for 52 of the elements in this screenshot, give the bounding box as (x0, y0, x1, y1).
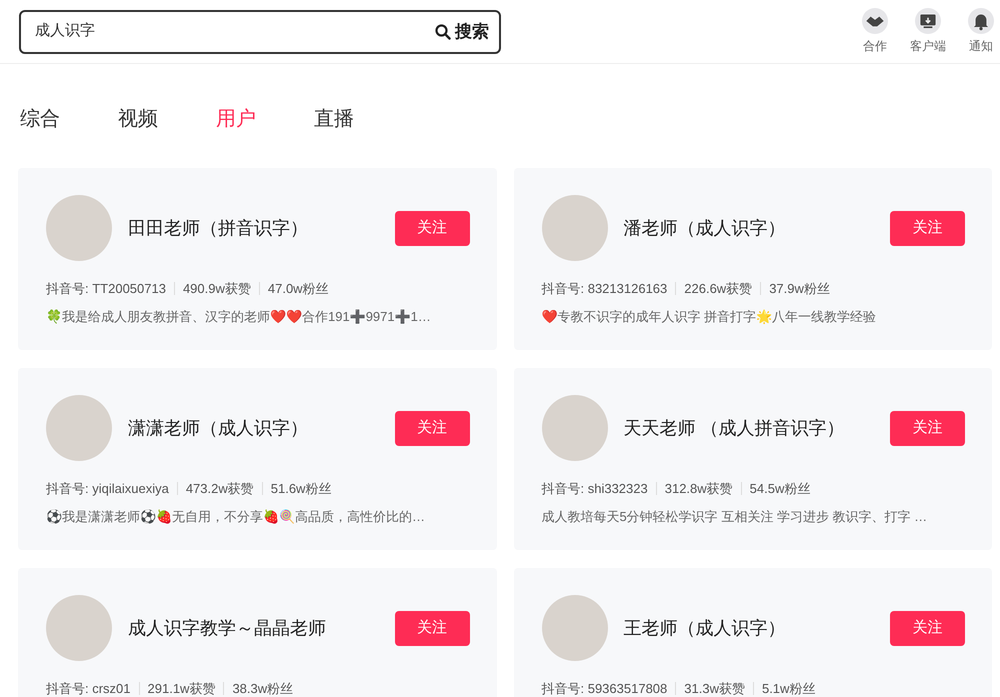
likes-count: 312.8w获赞 (664, 480, 733, 498)
user-card[interactable]: 成人识字教学～晶晶老师 关注 抖音号: crsz01 291.1w获赞 38.3w粉丝 (18, 568, 496, 697)
follow-button[interactable]: 关注 (890, 410, 965, 446)
header-action[interactable]: 客户端 (910, 8, 946, 55)
bell-icon (968, 8, 994, 34)
fans-count: 51.6w粉丝 (270, 480, 332, 498)
user-name: 潘老师（成人识字） (624, 216, 786, 240)
search-icon (435, 24, 451, 40)
likes-count: 31.3w获赞 (684, 680, 745, 697)
follow-button[interactable]: 关注 (394, 610, 470, 646)
user-name: 潇潇老师（成人识字） (128, 416, 308, 440)
user-bio: 成人教培每天5分钟轻松学识字 互相关注 学习进步 教识字、打字 … (542, 508, 928, 526)
likes-count: 291.1w获赞 (148, 680, 216, 697)
search-button[interactable]: 搜索 (435, 18, 489, 44)
user-name: 成人识字教学～晶晶老师 (128, 616, 326, 640)
follow-button[interactable]: 关注 (394, 210, 470, 246)
user-bio: 🍀我是给成人朋友教拼音、汉字的老师❤❤合作191➕9971➕1… (46, 308, 432, 326)
tab[interactable]: 直播 (314, 104, 354, 132)
user-card[interactable]: 田田老师（拼音识字） 关注 抖音号: TT20050713 490.9w获赞 47.0w粉丝 🍀我是给成人朋友教拼音、汉字的老师❤❤合作191➕9971➕1… (18, 168, 496, 350)
header-action[interactable]: 通知 (968, 8, 994, 55)
douyin-id: 抖音号: crsz01 (46, 680, 131, 697)
douyin-id: 抖音号: shi332323 (542, 480, 648, 498)
user-name: 田田老师（拼音识字） (128, 216, 308, 240)
douyin-id: 抖音号: TT20050713 (46, 280, 166, 298)
tab[interactable]: 用户 (216, 104, 256, 132)
user-name: 天天老师 （成人拼音识字） (624, 416, 845, 440)
user-name: 王老师（成人识字） (624, 616, 786, 640)
fans-count: 37.9w粉丝 (769, 280, 830, 298)
header-action[interactable]: 合作 (862, 8, 888, 55)
monitor-icon (915, 8, 941, 34)
follow-button[interactable]: 关注 (394, 410, 470, 446)
user-card[interactable]: 潘老师（成人识字） 关注 抖音号: 83213126163 226.6w获赞 37.9w粉丝 ❤专教不识字的成年人识字 拼音打字🌟八年一线教学经验 (514, 168, 992, 350)
douyin-id: 抖音号: 59363517808 (542, 680, 668, 697)
douyin-id: 抖音号: 83213126163 (542, 280, 668, 298)
fans-count: 47.0w粉丝 (268, 280, 329, 298)
user-card[interactable]: 王老师（成人识字） 关注 抖音号: 59363517808 31.3w获赞 5.1w粉丝 (514, 568, 992, 697)
user-bio: ❤专教不识字的成年人识字 拼音打字🌟八年一线教学经验 (542, 308, 878, 326)
fans-count: 38.3w粉丝 (232, 680, 294, 697)
fans-count: 5.1w粉丝 (762, 680, 816, 697)
tab[interactable]: 视频 (118, 104, 158, 132)
user-bio: ⚽我是潇潇老师⚽🍓无自用，不分享🍓🍭高品质，高性价比的… (46, 508, 426, 526)
douyin-id: 抖音号: yiqilaixuexiya (46, 480, 169, 498)
fans-count: 54.5w粉丝 (750, 480, 810, 498)
likes-count: 490.9w获赞 (182, 280, 251, 298)
search-field[interactable]: 成人识字 搜索 (19, 10, 501, 54)
follow-button[interactable]: 关注 (890, 210, 965, 246)
follow-button[interactable]: 关注 (890, 610, 965, 646)
likes-count: 473.2w获赞 (186, 480, 254, 498)
likes-count: 226.6w获赞 (684, 280, 752, 298)
user-card[interactable]: 天天老师 （成人拼音识字） 关注 抖音号: shi332323 312.8w获赞 54.5w粉丝 成人教培每天5分钟轻松学识字 互相关注 学习进步 教识字、打字 … (514, 368, 992, 550)
tab[interactable]: 综合 (20, 104, 60, 132)
user-card[interactable]: 潇潇老师（成人识字） 关注 抖音号: yiqilaixuexiya 473.2w获赞 51.6w粉丝 ⚽我是潇潇老师⚽🍓无自用，不分享🍓🍭高品质，高性价比的… (18, 368, 496, 550)
